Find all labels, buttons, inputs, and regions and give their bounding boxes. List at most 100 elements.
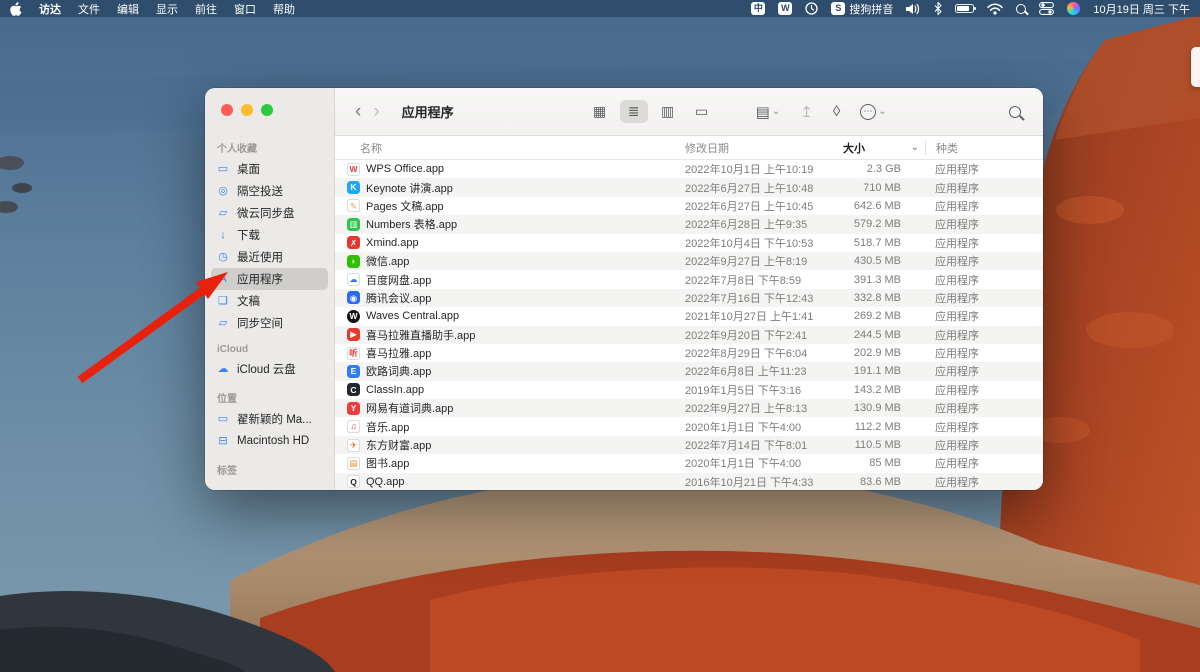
sidebar-item[interactable]: ▱微云同步盘 xyxy=(211,202,328,224)
file-name: Keynote 讲演.app xyxy=(366,180,453,196)
menu-datetime[interactable]: 10月19日 周三 下午 xyxy=(1093,1,1190,17)
file-date: 2020年1月1日 下午4:00 xyxy=(685,419,843,435)
gallery-view-button[interactable]: ▭ xyxy=(688,100,716,123)
file-kind: 应用程序 xyxy=(925,272,1043,288)
icon-view-button[interactable]: ▦ xyxy=(586,100,614,123)
column-header-date[interactable]: 修改日期 xyxy=(685,140,843,156)
file-kind: 应用程序 xyxy=(925,253,1043,269)
file-name: Numbers 表格.app xyxy=(366,216,457,232)
wps-status-icon[interactable]: W xyxy=(778,2,792,15)
share-button[interactable]: ↥ xyxy=(800,103,813,121)
sidebar-item[interactable]: ▱同步空间 xyxy=(211,312,328,334)
menu-item-1[interactable]: 访达 xyxy=(39,1,61,17)
sogou-input-item[interactable]: S 搜狗拼音 xyxy=(831,1,893,17)
menu-item-5[interactable]: 前往 xyxy=(195,1,217,17)
file-row[interactable]: ◗微信.app2022年9月27日 上午8:19430.5 MB应用程序 xyxy=(335,252,1043,270)
finder-window: 个人收藏▭桌面◎隔空投送▱微云同步盘↓下载◷最近使用A应用程序❏文稿▱同步空间i… xyxy=(205,88,1043,490)
sidebar-item[interactable]: ⊟Macintosh HD xyxy=(211,430,328,452)
sidebar-item[interactable]: ◎隔空投送 xyxy=(211,180,328,202)
sidebar-item-label: 文稿 xyxy=(237,293,260,309)
finder-toolbar: ‹ › 应用程序 ▦ ≣ ▥ ▭ ▤⌄ ↥ ◊ ⋯⌄ xyxy=(335,88,1043,136)
menu-item-6[interactable]: 窗口 xyxy=(234,1,256,17)
menu-item-4[interactable]: 显示 xyxy=(156,1,178,17)
sidebar-item[interactable]: ☁iCloud 云盘 xyxy=(211,358,328,380)
sidebar-item[interactable]: A应用程序 xyxy=(211,268,328,290)
file-name: QQ.app xyxy=(366,476,405,488)
file-kind: 应用程序 xyxy=(925,455,1043,471)
file-row[interactable]: ✗Xmind.app2022年10月4日 下午10:53518.7 MB应用程序 xyxy=(335,234,1043,252)
tag-button-icon: ◊ xyxy=(833,103,840,120)
back-button[interactable]: ‹ xyxy=(349,102,367,121)
file-size: 130.9 MB xyxy=(843,402,925,414)
file-row[interactable]: KKeynote 讲演.app2022年6月27日 上午10:48710 MB应… xyxy=(335,178,1043,196)
file-date: 2021年10月27日 上午1:41 xyxy=(685,308,843,324)
file-row[interactable]: ✎Pages 文稿.app2022年6月27日 上午10:45642.6 MB应… xyxy=(335,197,1043,215)
file-name: 网易有道词典.app xyxy=(366,400,453,416)
wifi-icon[interactable] xyxy=(987,3,1003,15)
forward-button[interactable]: › xyxy=(367,102,385,121)
sidebar-item[interactable]: ▭桌面 xyxy=(211,158,328,180)
file-kind: 应用程序 xyxy=(925,474,1043,490)
file-row[interactable]: Y网易有道词典.app2022年9月27日 上午8:13130.9 MB应用程序 xyxy=(335,399,1043,417)
eudic-icon: E xyxy=(347,365,360,378)
file-date: 2022年9月27日 上午8:19 xyxy=(685,253,843,269)
file-row[interactable]: ▶喜马拉雅直播助手.app2022年9月20日 下午2:41244.5 MB应用… xyxy=(335,326,1043,344)
file-row[interactable]: ♫音乐.app2020年1月1日 下午4:00112.2 MB应用程序 xyxy=(335,417,1043,435)
download-icon: ↓ xyxy=(216,230,230,241)
list-view-button[interactable]: ≣ xyxy=(620,100,648,123)
group-button[interactable]: ▤⌄ xyxy=(756,103,781,121)
sidebar-item[interactable]: ↓下载 xyxy=(211,224,328,246)
minimize-button[interactable] xyxy=(241,104,253,116)
file-row[interactable]: ◉腾讯会议.app2022年7月16日 下午12:43332.8 MB应用程序 xyxy=(335,289,1043,307)
toolbar-search-icon[interactable] xyxy=(1009,106,1021,118)
sidebar-item[interactable]: ❏ 文稿 xyxy=(211,290,328,312)
input-method-badge[interactable]: 中 xyxy=(751,2,765,15)
file-row[interactable]: QQQ.app2016年10月21日 下午4:3383.6 MB应用程序 xyxy=(335,473,1043,490)
sidebar-item-label: 最近使用 xyxy=(237,249,283,265)
window-title: 应用程序 xyxy=(402,102,454,121)
siri-icon[interactable] xyxy=(1067,2,1080,15)
search-icon[interactable] xyxy=(1016,4,1026,14)
qq-icon: Q xyxy=(347,475,360,488)
battery-icon[interactable] xyxy=(955,4,974,13)
file-row[interactable]: CClassIn.app2019年1月5日 下午3:16143.2 MB应用程序 xyxy=(335,381,1043,399)
tag-button[interactable]: ◊ xyxy=(833,103,840,120)
menu-item-7[interactable]: 帮助 xyxy=(273,1,295,17)
apple-menu-icon[interactable] xyxy=(10,2,22,16)
file-kind: 应用程序 xyxy=(925,235,1043,251)
column-header-name[interactable]: 名称 xyxy=(335,140,685,156)
close-button[interactable] xyxy=(221,104,233,116)
file-size: 430.5 MB xyxy=(843,255,925,267)
sidebar-item[interactable]: ◷最近使用 xyxy=(211,246,328,268)
volume-icon[interactable] xyxy=(906,3,921,15)
file-name: ClassIn.app xyxy=(366,384,424,396)
file-row[interactable]: E欧路词典.app2022年6月8日 上午11:23191.1 MB应用程序 xyxy=(335,362,1043,380)
column-header-kind[interactable]: 种类 xyxy=(925,141,1043,155)
column-view-button[interactable]: ▥ xyxy=(654,100,682,123)
finder-main: ‹ › 应用程序 ▦ ≣ ▥ ▭ ▤⌄ ↥ ◊ ⋯⌄ 名称 修改日期 大小 ⌄ 种类 WWP… xyxy=(335,88,1043,490)
file-date: 2022年9月27日 上午8:13 xyxy=(685,400,843,416)
xmind-icon: ✗ xyxy=(347,236,360,249)
file-row[interactable]: ☁百度网盘.app2022年7月8日 下午8:59391.3 MB应用程序 xyxy=(335,270,1043,288)
window-controls xyxy=(205,104,334,130)
file-row[interactable]: WWaves Central.app2021年10月27日 上午1:41269.… xyxy=(335,307,1043,325)
document-icon: ❏ xyxy=(216,296,230,307)
control-center-icon[interactable] xyxy=(1039,2,1054,15)
file-size: 202.9 MB xyxy=(843,347,925,359)
column-header-size[interactable]: 大小 ⌄ xyxy=(843,140,925,156)
zoom-button[interactable] xyxy=(261,104,273,116)
bluetooth-icon[interactable] xyxy=(934,2,942,15)
sidebar-item[interactable]: ▭翟新颖的 Ma... xyxy=(211,408,328,430)
file-date: 2022年7月14日 下午8:01 xyxy=(685,437,843,453)
file-row[interactable]: ✈东方财富.app2022年7月14日 下午8:01110.5 MB应用程序 xyxy=(335,436,1043,454)
file-row[interactable]: 听喜马拉雅.app2022年8月29日 下午6:04202.9 MB应用程序 xyxy=(335,344,1043,362)
file-row[interactable]: WWPS Office.app2022年10月1日 上午10:192.3 GB应… xyxy=(335,160,1043,178)
file-name: Pages 文稿.app xyxy=(366,198,444,214)
menu-item-3[interactable]: 编辑 xyxy=(117,1,139,17)
file-row[interactable]: ▤图书.app2020年1月1日 下午4:0085 MB应用程序 xyxy=(335,454,1043,472)
more-button[interactable]: ⋯⌄ xyxy=(860,104,886,120)
finder-sidebar: 个人收藏▭桌面◎隔空投送▱微云同步盘↓下载◷最近使用A应用程序❏文稿▱同步空间i… xyxy=(205,88,335,490)
file-row[interactable]: ▥Numbers 表格.app2022年6月28日 上午9:35579.2 MB… xyxy=(335,215,1043,233)
menu-item-2[interactable]: 文件 xyxy=(78,1,100,17)
clock-status-icon[interactable] xyxy=(805,2,818,15)
